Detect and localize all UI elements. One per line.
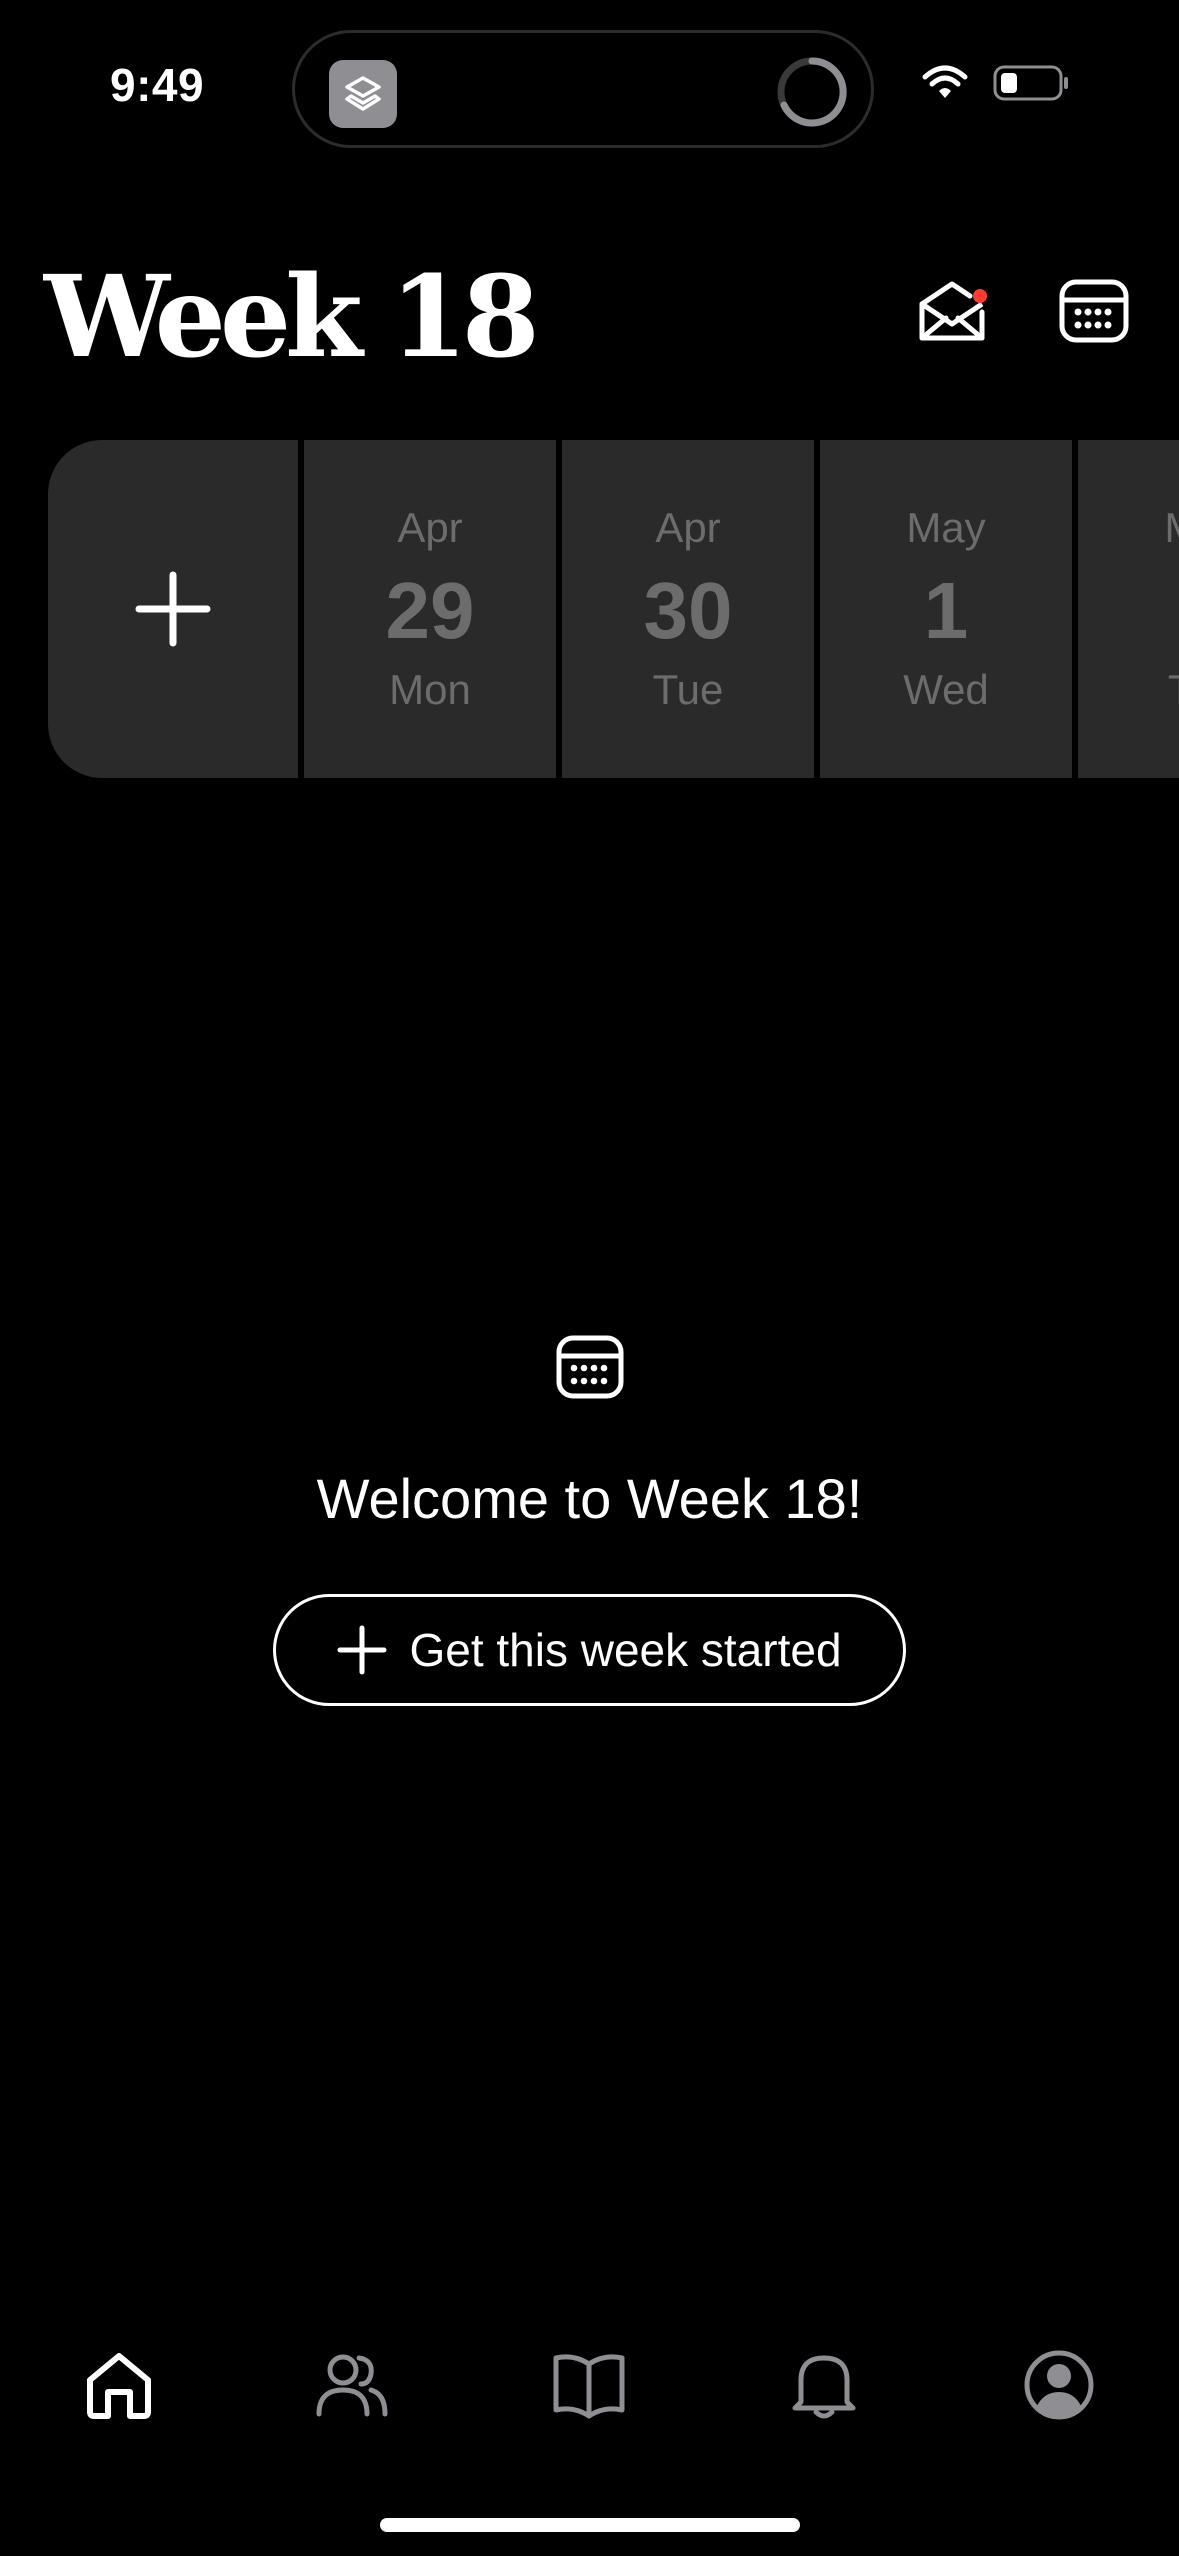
day-number: 1 [923, 566, 969, 655]
loading-spinner-icon [777, 57, 847, 127]
home-indicator [380, 2518, 800, 2532]
plus-icon [337, 1625, 387, 1675]
get-week-started-button[interactable]: Get this week started [273, 1594, 906, 1706]
shortcuts-app-icon [329, 60, 397, 128]
add-day-button[interactable] [48, 440, 298, 778]
day-weekday: Thu [1168, 669, 1179, 711]
home-icon[interactable] [80, 2346, 158, 2424]
day-month: May [906, 504, 986, 551]
status-time: 9:49 [110, 59, 205, 111]
day-month: Apr [397, 504, 463, 551]
day-tile[interactable]: Apr 30 Tue [562, 440, 814, 778]
profile-icon[interactable] [1020, 2346, 1098, 2424]
wifi-icon [922, 65, 968, 98]
day-weekday: Wed [903, 666, 989, 713]
book-icon[interactable] [550, 2346, 628, 2424]
bell-icon[interactable] [785, 2346, 863, 2424]
calendar-icon[interactable] [1056, 272, 1132, 348]
get-week-started-label: Get this week started [409, 1624, 842, 1676]
calendar-icon [556, 1335, 624, 1399]
day-number: 29 [385, 566, 475, 655]
notification-dot [973, 289, 987, 303]
day-tile[interactable]: Apr 29 Mon [304, 440, 556, 778]
day-tile[interactable]: May 2 Thu [1078, 440, 1179, 778]
day-tile[interactable]: May 1 Wed [820, 440, 1072, 778]
dynamic-island[interactable] [292, 30, 874, 148]
day-month: May [1164, 507, 1179, 549]
status-indicators [921, 64, 1071, 102]
day-weekday: Mon [389, 666, 471, 713]
people-icon[interactable] [313, 2346, 391, 2424]
day-month: Apr [655, 504, 721, 551]
plus-icon [135, 571, 211, 647]
battery-icon [993, 65, 1068, 101]
day-number: 30 [643, 566, 733, 655]
welcome-message: Welcome to Week 18! [316, 1467, 863, 1530]
date-strip[interactable]: Apr 29 Mon Apr 30 Tue May 1 Wed May 2 Th… [48, 440, 1179, 778]
page-title: Week 18 [44, 252, 540, 383]
day-weekday: Tue [652, 666, 724, 713]
envelope-open-icon[interactable] [914, 272, 990, 348]
